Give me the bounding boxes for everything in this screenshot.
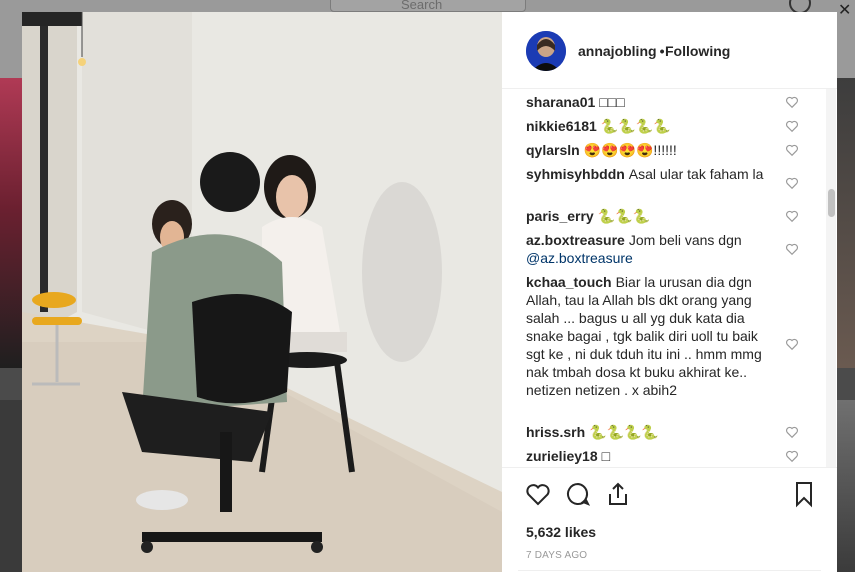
like-comment-heart-icon[interactable]: [785, 176, 799, 190]
comment-text: Asal ular tak faham la: [628, 166, 764, 182]
comment-text: 😍😍😍😍!!!!!!: [583, 142, 677, 158]
comment-text: □□□: [599, 94, 625, 110]
background-search-input: Search: [330, 0, 526, 12]
header-separator: •: [659, 43, 665, 59]
comment-username[interactable]: az.boxtreasure: [526, 232, 625, 248]
comment-item: hriss.srh 🐍🐍🐍🐍: [526, 423, 776, 441]
post-header: annajobling • Following: [502, 12, 837, 89]
comments-list[interactable]: sharana01 □□□ nikkie6181 🐍🐍🐍🐍 qylarsln 😍😍😍😍…: [502, 89, 837, 467]
divider: [518, 570, 821, 571]
comment-item: kchaa_touch Biar la urusan dia dgn Allah,…: [526, 273, 776, 399]
comment-icon[interactable]: [564, 480, 592, 508]
avatar[interactable]: [526, 31, 566, 71]
post-timestamp[interactable]: 7 DAYS AGO: [526, 550, 587, 561]
comment-username[interactable]: nikkie6181: [526, 118, 597, 134]
bookmark-icon[interactable]: [790, 480, 818, 508]
background-thumbnail-right-lower: [837, 400, 855, 572]
comment-text: □: [601, 448, 611, 464]
share-icon[interactable]: [604, 480, 632, 508]
comment-username[interactable]: sharana01: [526, 94, 595, 110]
comment-item: nikkie6181 🐍🐍🐍🐍: [526, 117, 776, 135]
comment-item: qylarsln 😍😍😍😍!!!!!!: [526, 141, 776, 159]
comment-text: 🐍🐍🐍🐍: [600, 118, 671, 134]
comment-username[interactable]: syhmisyhbddn: [526, 166, 625, 182]
likes-count[interactable]: 5,632 likes: [526, 524, 596, 540]
comment-text: Biar la urusan dia dgn Allah, tau la All…: [526, 274, 762, 398]
background-thumbnail-right: [837, 78, 855, 368]
search-placeholder: Search: [401, 0, 443, 12]
comments-scrollbar[interactable]: [826, 89, 836, 467]
comment-item: paris_erry 🐍🐍🐍: [526, 207, 776, 225]
comment-username[interactable]: hriss.srh: [526, 424, 585, 440]
like-comment-heart-icon[interactable]: [785, 425, 799, 439]
comments-scrollbar-thumb[interactable]: [828, 189, 835, 217]
comment-mention-link[interactable]: @az.boxtreasure: [526, 250, 633, 266]
like-comment-heart-icon[interactable]: [785, 242, 799, 256]
like-comment-heart-icon[interactable]: [785, 119, 799, 133]
like-comment-heart-icon[interactable]: [785, 337, 799, 351]
post-username[interactable]: annajobling: [578, 43, 657, 59]
follow-status-button[interactable]: Following: [665, 43, 730, 59]
comment-text: Jom beli vans dgn: [628, 232, 742, 248]
comment-username[interactable]: paris_erry: [526, 208, 594, 224]
comment-text: 🐍🐍🐍: [597, 208, 651, 224]
post-side-panel: annajobling • Following sharana01 □□□ nikk…: [502, 12, 837, 572]
comment-item: sharana01 □□□: [526, 93, 776, 111]
comment-username[interactable]: kchaa_touch: [526, 274, 612, 290]
post-actions: 5,632 likes 7 DAYS AGO: [502, 467, 837, 572]
like-comment-heart-icon[interactable]: [785, 143, 799, 157]
comment-item: syhmisyhbddn Asal ular tak faham la: [526, 165, 776, 183]
photo-scene: [22, 12, 502, 572]
like-comment-heart-icon[interactable]: [785, 209, 799, 223]
background-thumbnail-left-lower: [0, 400, 22, 572]
close-icon[interactable]: ✕: [838, 0, 851, 20]
background-thumbnail-left: [0, 78, 22, 368]
comment-username[interactable]: zurieliey18: [526, 448, 598, 464]
comment-username[interactable]: qylarsln: [526, 142, 580, 158]
heart-icon[interactable]: [524, 480, 552, 508]
post-modal: annajobling • Following sharana01 □□□ nikk…: [22, 12, 837, 572]
avatar-image: [526, 31, 566, 71]
like-comment-heart-icon[interactable]: [785, 449, 799, 463]
post-photo[interactable]: [22, 12, 502, 572]
comment-text: 🐍🐍🐍🐍: [589, 424, 659, 440]
like-comment-heart-icon[interactable]: [785, 95, 799, 109]
comment-item: az.boxtreasure Jom beli vans dgn @az.boxt…: [526, 231, 776, 267]
comment-item: zurieliey18 □: [526, 447, 776, 465]
